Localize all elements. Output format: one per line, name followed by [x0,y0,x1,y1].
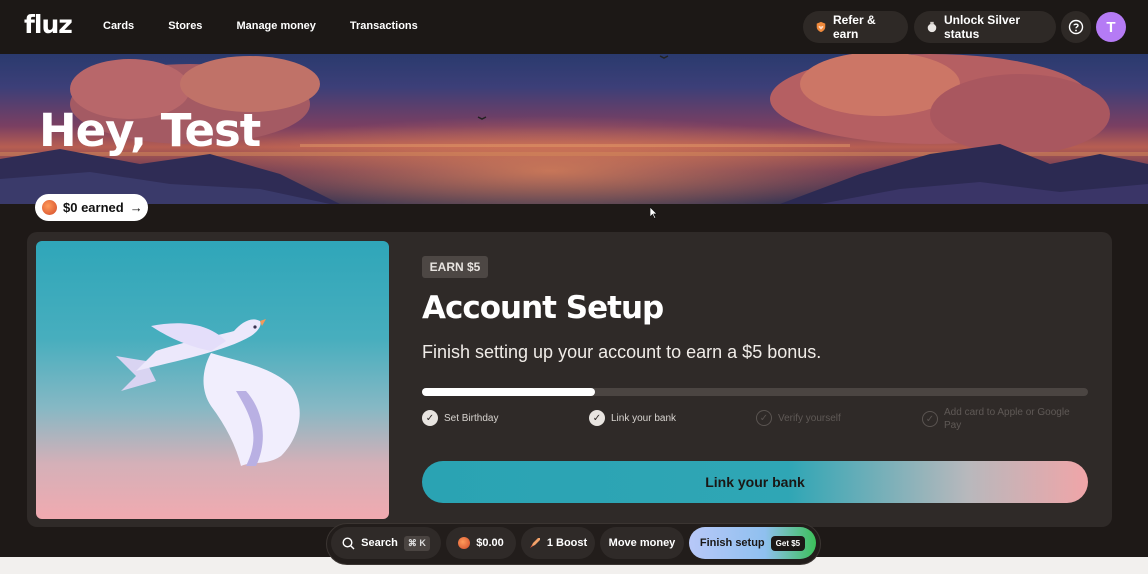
step-add-card-wallet[interactable]: ✓ Add card to Apple or Google Pay [922,406,1082,432]
dove-icon [116,319,300,466]
account-setup-subtitle: Finish setting up your account to earn a… [422,342,822,362]
hero-banner: Hey, Test [0,54,1148,204]
nav-link-manage-money[interactable]: Manage money [236,20,315,32]
unlock-silver-status-button[interactable]: Unlock Silver status [914,11,1056,43]
nav-link-cards[interactable]: Cards [103,20,134,32]
unlock-label: Unlock Silver status [943,13,1020,41]
move-money-button[interactable]: Move money [600,527,684,559]
search-label: Search [361,537,398,549]
get-five-badge: Get $5 [770,535,806,551]
step-label: Link your bank [611,413,677,424]
heart-shield-icon [816,21,826,33]
check-icon: ✓ [589,410,605,426]
search-button[interactable]: Search ⌘ K [331,527,441,559]
link-your-bank-button[interactable]: Link your bank [422,461,1088,503]
nav-link-transactions[interactable]: Transactions [350,20,418,32]
account-setup-title: Account Setup [422,290,664,326]
boost-button[interactable]: 1 Boost [521,527,595,559]
nav-link-stores[interactable]: Stores [168,20,202,32]
finish-setup-button[interactable]: Finish setup Get $5 [689,527,816,559]
step-set-birthday[interactable]: ✓ Set Birthday [422,410,498,426]
coin-icon [458,537,471,549]
balance-label: $0.00 [476,537,504,549]
question-circle-icon [1068,19,1084,35]
setup-progress-bar [422,388,1088,396]
check-icon: ✓ [922,411,938,427]
earn-badge: EARN $5 [422,256,488,278]
help-button[interactable] [1061,11,1091,43]
earned-pill[interactable]: $0 earned → [35,194,148,221]
finish-setup-label: Finish setup [699,537,765,549]
fluz-logo[interactable]: fluz [24,10,73,39]
mouse-cursor-icon [650,207,658,219]
coin-icon [42,200,57,215]
check-icon: ✓ [422,410,438,426]
earned-label: $0 earned [63,200,124,215]
step-label: Set Birthday [444,413,499,424]
step-label: Add card to Apple or Google Pay [944,407,1070,431]
nav-links: Cards Stores Manage money Transactions [103,20,452,32]
move-money-label: Move money [608,537,676,549]
balance-button[interactable]: $0.00 [446,527,516,559]
refer-label: Refer & earn [832,13,876,41]
refer-and-earn-button[interactable]: Refer & earn [803,11,908,43]
search-shortcut: ⌘ K [403,535,430,551]
setup-progress-fill [422,388,596,396]
boost-label: 1 Boost [546,537,588,549]
medal-icon [927,21,937,33]
step-label: Verify yourself [778,413,841,424]
greeting-heading: Hey, Test [39,104,261,157]
arrow-right-icon: → [129,200,143,215]
check-icon: ✓ [756,410,772,426]
step-link-bank[interactable]: ✓ Link your bank [589,410,676,426]
search-icon [342,536,355,549]
bird-illustration [36,241,389,519]
top-nav: fluz Cards Stores Manage money Transacti… [0,0,1148,54]
step-verify-yourself[interactable]: ✓ Verify yourself [756,410,841,426]
rocket-icon [529,538,540,548]
avatar[interactable]: T [1096,12,1126,42]
